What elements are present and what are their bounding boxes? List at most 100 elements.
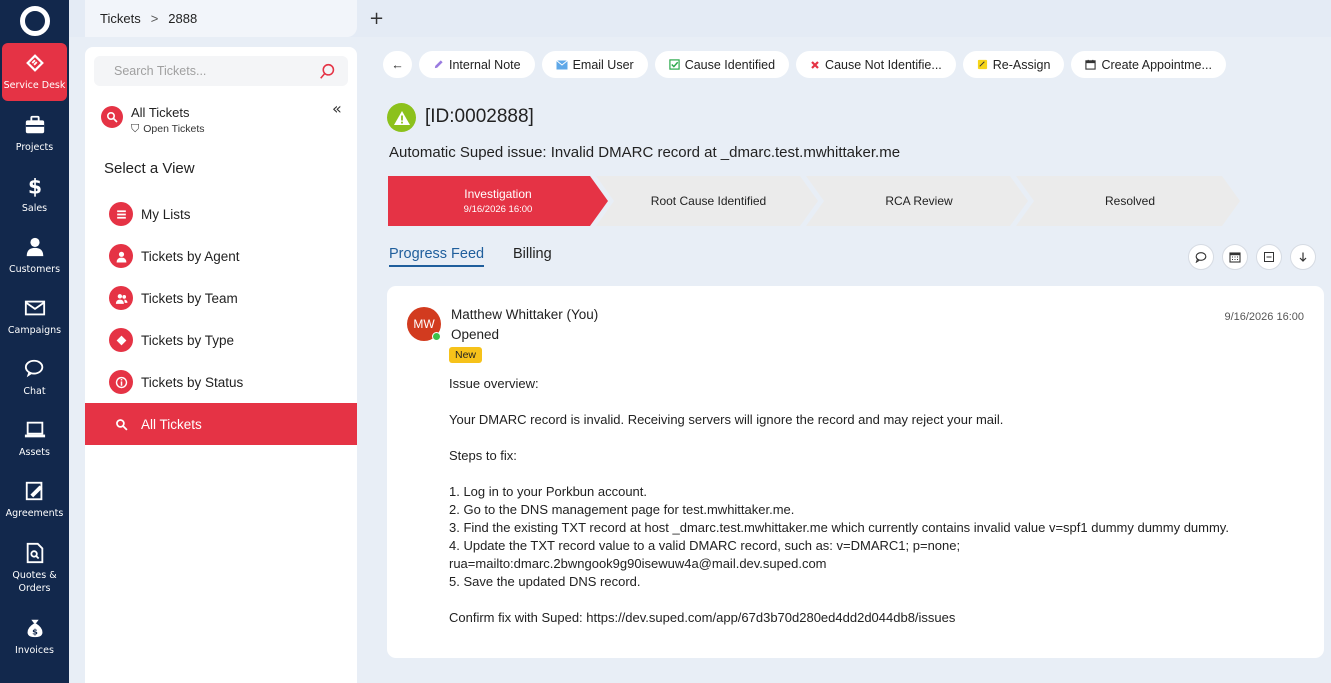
stage-resolved[interactable]: Resolved	[1026, 176, 1234, 226]
rail-item-service-desk[interactable]: Service Desk	[2, 43, 67, 101]
view-item-by-status[interactable]: Tickets by Status	[85, 361, 357, 403]
current-filter[interactable]: ⛉ Open Tickets	[131, 123, 205, 136]
stage-label: Investigation	[464, 187, 532, 201]
stage-root-cause-identified[interactable]: Root Cause Identified	[606, 176, 811, 226]
view-item-my-lists[interactable]: My Lists	[85, 193, 357, 235]
feed-entry: MW Matthew Whittaker (You) Opened New 9/…	[387, 286, 1324, 658]
rail-label: Quotes &	[12, 569, 57, 581]
entry-timestamp: 9/16/2026 16:00	[1224, 311, 1304, 323]
collapse-all-button[interactable]	[1256, 244, 1282, 270]
rail-label: Service Desk	[3, 80, 66, 91]
reassign-button[interactable]: Re-Assign	[962, 51, 1065, 78]
body-line	[449, 465, 1309, 483]
search-icon	[109, 412, 133, 436]
comment-icon	[1195, 252, 1207, 263]
body-line: Your DMARC record is invalid. Receiving …	[449, 412, 1004, 427]
stage-investigation[interactable]: Investigation 9/16/2026 16:00	[388, 176, 608, 226]
view-item-by-team[interactable]: Tickets by Team	[85, 277, 357, 319]
view-item-all-tickets[interactable]: All Tickets	[85, 403, 357, 445]
cause-not-identified-button[interactable]: Cause Not Identifie...	[796, 51, 956, 78]
create-appointment-label: Create Appointme...	[1101, 57, 1212, 72]
rail-label: Orders	[18, 582, 51, 594]
view-menu: My Lists Tickets by Agent Tickets by Tea…	[85, 193, 357, 445]
view-item-label: All Tickets	[141, 416, 202, 432]
cause-identified-label: Cause Identified	[684, 57, 776, 72]
status-pipeline: Investigation 9/16/2026 16:00 Root Cause…	[388, 176, 1248, 226]
breadcrumb[interactable]: Tickets > 2888	[85, 0, 357, 37]
body-line	[449, 393, 1309, 411]
new-tab-button[interactable]: +	[369, 8, 384, 29]
email-user-label: Email User	[572, 57, 634, 72]
body-line: 3. Find the existing TXT record at host …	[449, 520, 1229, 535]
breadcrumb-separator: >	[150, 11, 159, 26]
entry-body: Issue overview: Your DMARC record is inv…	[449, 375, 1309, 627]
tab-progress-feed[interactable]: Progress Feed	[389, 246, 485, 267]
entry-author[interactable]: Matthew Whittaker (You)	[451, 307, 598, 322]
current-view[interactable]: All Tickets ⛉ Open Tickets	[101, 105, 205, 136]
current-filter-label: Open Tickets	[143, 123, 205, 135]
rail-label: Assets	[19, 446, 50, 458]
cause-not-identified-label: Cause Not Identifie...	[825, 57, 942, 72]
body-link[interactable]: Confirm fix with Suped: https://dev.supe…	[449, 609, 1309, 627]
search-box[interactable]	[94, 56, 348, 86]
view-item-by-type[interactable]: Tickets by Type	[85, 319, 357, 361]
rail-item-customers[interactable]: Customers	[0, 225, 69, 286]
rail-label: Campaigns	[7, 324, 62, 336]
briefcase-icon	[25, 115, 44, 133]
status-badge: New	[449, 347, 483, 363]
rail-item-sales[interactable]: $ Sales	[0, 164, 69, 225]
create-appointment-button[interactable]: Create Appointme...	[1071, 51, 1226, 78]
calendar-button[interactable]	[1222, 244, 1248, 270]
rail-item-agreements[interactable]: Agreements	[0, 469, 69, 530]
filter-icon: ⛉	[131, 123, 140, 135]
rail-item-campaigns[interactable]: Campaigns	[0, 286, 69, 347]
rail-label: Sales	[21, 202, 48, 214]
tab-billing[interactable]: Billing	[513, 246, 552, 262]
stage-rca-review[interactable]: RCA Review	[816, 176, 1022, 226]
ticket-icon	[25, 54, 44, 72]
body-line	[449, 429, 1309, 447]
body-line: 2. Go to the DNS management page for tes…	[449, 502, 795, 517]
rail-item-assets[interactable]: Assets	[0, 408, 69, 469]
rail-item-quotes-orders[interactable]: Quotes & Orders	[0, 530, 69, 606]
search-input[interactable]	[114, 64, 319, 78]
view-item-label: Tickets by Team	[141, 290, 238, 306]
body-line: Steps to fix:	[449, 448, 517, 463]
online-indicator	[432, 332, 441, 341]
reassign-label: Re-Assign	[992, 57, 1051, 72]
envelope-icon	[555, 59, 568, 70]
stage-date: 9/16/2026 16:00	[463, 204, 533, 215]
comment-button[interactable]	[1188, 244, 1214, 270]
view-item-label: Tickets by Agent	[141, 248, 240, 264]
rail-label: Chat	[23, 385, 46, 397]
internal-note-button[interactable]: Internal Note	[419, 51, 535, 78]
rail-item-invoices[interactable]: $ Invoices	[0, 606, 69, 667]
check-square-icon	[669, 59, 680, 70]
sort-down-button[interactable]	[1290, 244, 1316, 270]
svg-text:$: $	[32, 626, 38, 636]
calendar-icon	[1085, 59, 1097, 70]
view-item-label: Tickets by Status	[141, 374, 244, 390]
search-icon[interactable]	[319, 63, 336, 80]
app-logo[interactable]	[0, 0, 69, 42]
cause-identified-button[interactable]: Cause Identified	[654, 51, 790, 78]
rail-item-chat[interactable]: Chat	[0, 347, 69, 408]
user-icon	[26, 237, 43, 256]
rail-item-projects[interactable]: Projects	[0, 103, 69, 164]
breadcrumb-root[interactable]: Tickets	[100, 11, 141, 26]
view-item-by-agent[interactable]: Tickets by Agent	[85, 235, 357, 277]
tag-icon	[109, 328, 133, 352]
search-icon	[101, 106, 123, 128]
laptop-icon	[24, 421, 45, 437]
entry-action: Opened	[451, 327, 500, 342]
email-user-button[interactable]: Email User	[541, 51, 648, 78]
body-line: Issue overview:	[449, 376, 539, 391]
collapse-panel-button[interactable]: «	[332, 99, 342, 118]
stage-label: Root Cause Identified	[650, 194, 767, 208]
person-icon	[109, 244, 133, 268]
back-button[interactable]: ←	[383, 51, 412, 78]
internal-note-label: Internal Note	[449, 57, 521, 72]
money-bag-icon: $	[27, 619, 42, 637]
body-line	[449, 591, 1309, 609]
stage-label: RCA Review	[885, 194, 953, 208]
